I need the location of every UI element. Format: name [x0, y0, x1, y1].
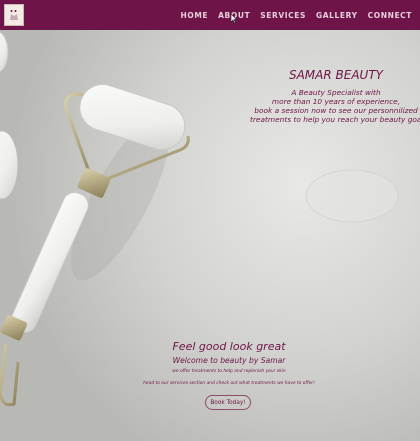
hero-background-image: [0, 0, 420, 441]
hero-tagline-line-3: book a session now to see our personnili…: [254, 106, 418, 115]
promo-line-1: we offer treatments to help and replenis…: [172, 369, 286, 374]
page: HOME ABOUT SERVICES GALLERY CONNECT SAMA…: [0, 0, 420, 441]
navbar: HOME ABOUT SERVICES GALLERY CONNECT: [0, 0, 420, 30]
hero-tagline-line-1: A Beauty Specialist with: [291, 88, 381, 97]
nav-services[interactable]: SERVICES: [260, 11, 306, 20]
logo-icon: [10, 10, 18, 20]
nav-connect[interactable]: CONNECT: [368, 11, 412, 20]
nav-gallery[interactable]: GALLERY: [316, 11, 358, 20]
nav-links: HOME ABOUT SERVICES GALLERY CONNECT: [180, 0, 412, 30]
hero-tagline-line-4: treatments to help you reach your beauty…: [250, 115, 420, 124]
brand-title: SAMAR BEAUTY: [288, 68, 383, 82]
book-today-button[interactable]: Book Today!: [205, 395, 251, 410]
promo-subheadline: Welcome to beauty by Samar: [172, 356, 286, 365]
cursor-icon: [231, 14, 237, 23]
promo-line-2: head to our services section and check o…: [143, 381, 315, 386]
hero-tagline-line-2: more than 10 years of experience,: [271, 97, 401, 106]
logo[interactable]: [4, 4, 24, 26]
nav-home[interactable]: HOME: [180, 11, 208, 20]
promo-headline: Feel good look great: [172, 340, 286, 353]
